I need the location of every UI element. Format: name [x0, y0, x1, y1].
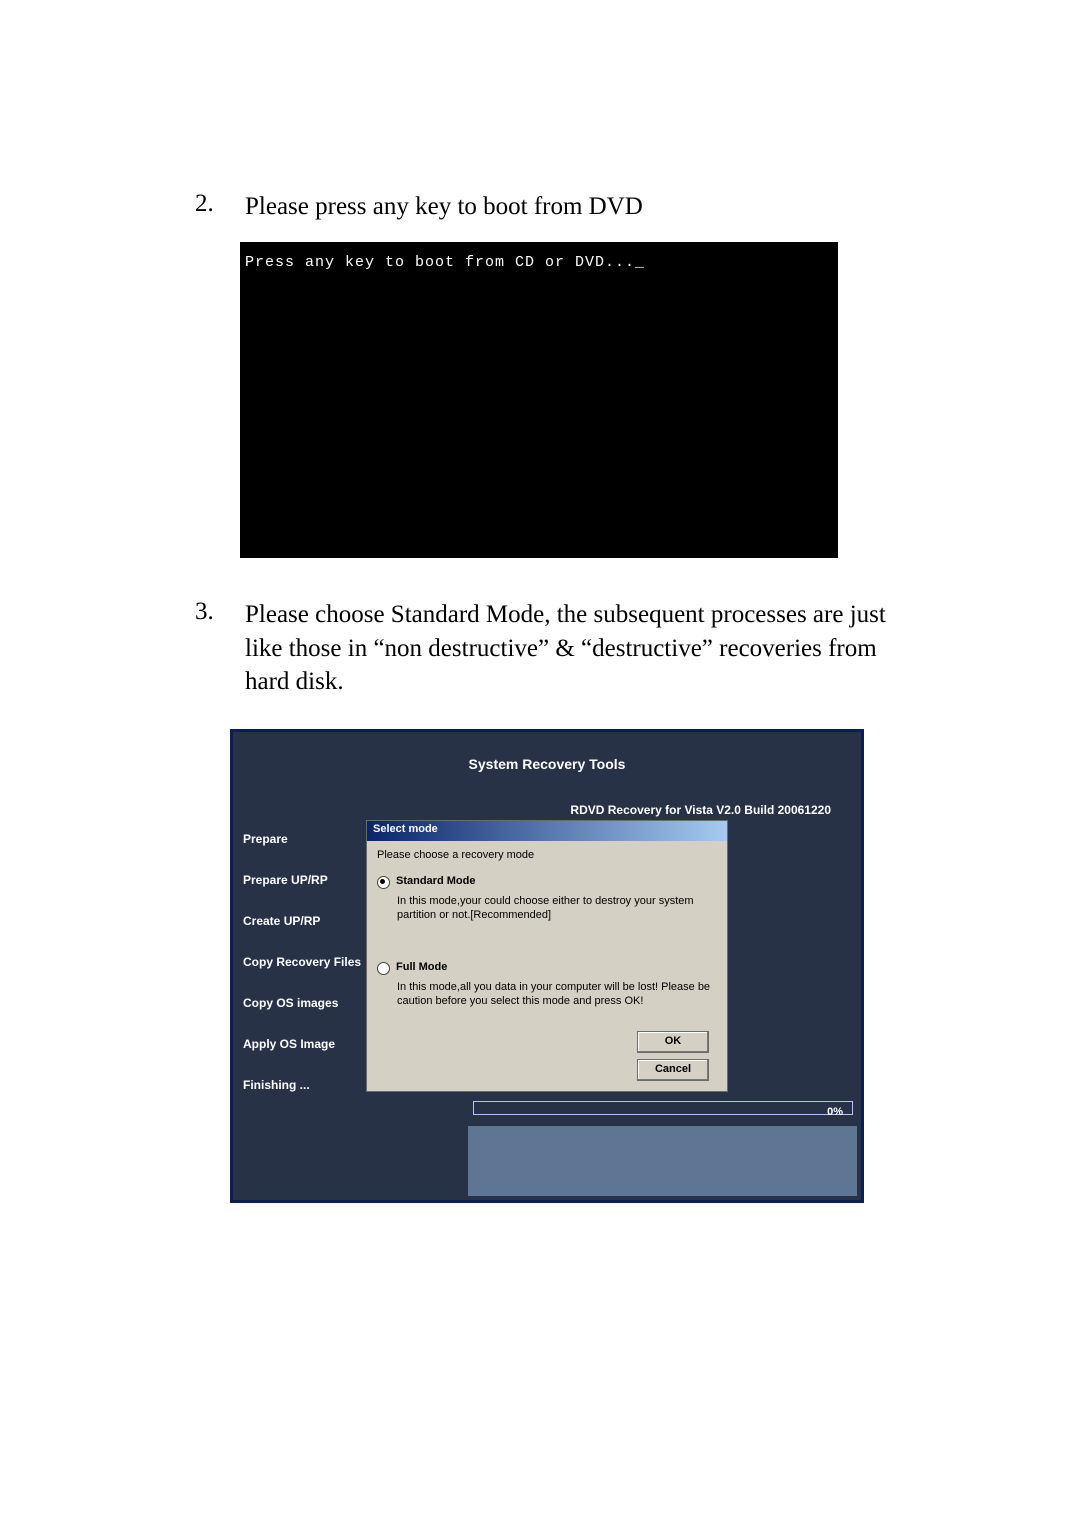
bios-screenshot: Press any key to boot from CD or DVD..._	[240, 242, 838, 558]
progress-bar	[473, 1101, 853, 1115]
step-3-text: Please choose Standard Mode, the subsequ…	[245, 598, 890, 699]
bios-boot-prompt: Press any key to boot from CD or DVD..._	[245, 254, 645, 271]
option-full-label: Full Mode	[396, 961, 447, 973]
step-2-text: Please press any key to boot from DVD	[245, 190, 643, 224]
step-3-number: 3.	[195, 598, 245, 626]
step-2-number: 2.	[195, 190, 245, 218]
radio-icon	[377, 876, 390, 889]
dialog-title: Select mode	[367, 821, 727, 841]
option-full-desc: In this mode,all you data in your comput…	[397, 980, 717, 1009]
tool-version: RDVD Recovery for Vista V2.0 Build 20061…	[570, 803, 831, 817]
cancel-button[interactable]: Cancel	[637, 1059, 709, 1081]
sidebar-item-copy-os: Copy OS images	[243, 996, 373, 1010]
sidebar-item-prepare-uprp: Prepare UP/RP	[243, 873, 373, 887]
sidebar-item-finishing: Finishing ...	[243, 1078, 373, 1092]
step-3: 3. Please choose Standard Mode, the subs…	[195, 568, 890, 699]
sidebar-item-create-uprp: Create UP/RP	[243, 914, 373, 928]
step-2: 2. Please press any key to boot from DVD	[195, 0, 890, 224]
ok-button[interactable]: OK	[637, 1031, 709, 1053]
select-mode-dialog: Select mode Please choose a recovery mod…	[366, 820, 728, 1092]
progress-percent: 0%	[827, 1106, 843, 1118]
dialog-buttons: OK Cancel	[637, 1031, 709, 1081]
sidebar-item-prepare: Prepare	[243, 832, 373, 846]
option-standard-mode[interactable]: Standard Mode	[377, 875, 717, 889]
option-full-mode[interactable]: Full Mode	[377, 961, 717, 975]
radio-icon	[377, 962, 390, 975]
recovery-tool-screenshot: System Recovery Tools RDVD Recovery for …	[230, 729, 864, 1203]
option-standard-desc: In this mode,your could choose either to…	[397, 894, 717, 923]
sidebar-item-apply-os: Apply OS Image	[243, 1037, 373, 1051]
document-page: 2. Please press any key to boot from DVD…	[0, 0, 1080, 1533]
sidebar-item-copy-recovery: Copy Recovery Files	[243, 955, 373, 969]
dialog-body: Please choose a recovery mode Standard M…	[367, 841, 727, 1008]
tool-title: System Recovery Tools	[233, 756, 861, 772]
option-standard-label: Standard Mode	[396, 875, 475, 887]
log-panel	[468, 1126, 857, 1196]
dialog-prompt: Please choose a recovery mode	[377, 849, 717, 861]
tool-sidebar: Prepare Prepare UP/RP Create UP/RP Copy …	[243, 832, 373, 1119]
